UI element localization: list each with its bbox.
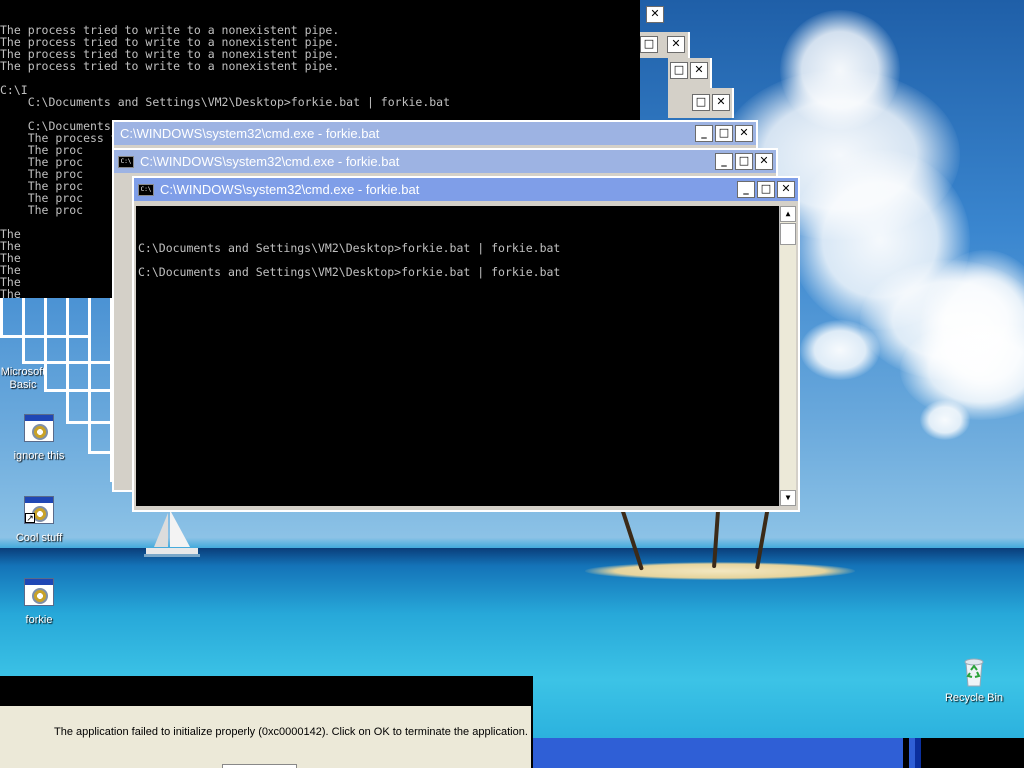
vertical-scrollbar[interactable]: ▲ ▼ <box>779 206 796 506</box>
maximize-icon[interactable]: □ <box>692 94 710 111</box>
window-title: C:\WINDOWS\system32\cmd.exe - forkie.bat <box>120 126 380 141</box>
close-icon[interactable]: ✕ <box>735 125 753 142</box>
minimize-icon[interactable]: _ <box>715 153 733 170</box>
island <box>585 562 855 580</box>
desktop-icon-forkie[interactable]: forkie <box>0 578 79 626</box>
app-gear-icon <box>23 414 55 446</box>
close-icon[interactable]: ✕ <box>777 181 795 198</box>
shortcut-arrow-icon: ↗ <box>25 513 35 523</box>
close-icon[interactable]: ✕ <box>755 153 773 170</box>
stacked-window-stub: □ ✕ <box>668 58 712 88</box>
cmd-window-front[interactable]: C:\ C:\WINDOWS\system32\cmd.exe - forkie… <box>132 176 800 512</box>
dialog-titlebar[interactable] <box>0 676 533 706</box>
app-gear-icon <box>23 578 55 610</box>
error-dialog: The application failed to initialize pro… <box>0 706 533 768</box>
window-titlebar[interactable]: C:\ C:\WINDOWS\system32\cmd.exe - forkie… <box>134 178 798 201</box>
recycle-bin-icon <box>958 656 990 688</box>
app-shortcut-icon: ↗ <box>23 496 55 528</box>
maximize-icon[interactable]: □ <box>715 125 733 142</box>
console-line: C:\Documents and Settings\VM2\Desktop>fo… <box>138 241 561 255</box>
console-line: C:\Documents and Settings\VM2\Desktop>fo… <box>0 95 451 109</box>
close-icon[interactable]: ✕ <box>667 36 685 53</box>
scroll-thumb[interactable] <box>780 223 796 245</box>
console-output[interactable]: C:\Documents and Settings\VM2\Desktop>fo… <box>136 206 796 506</box>
window-title: C:\WINDOWS\system32\cmd.exe - forkie.bat <box>160 182 420 197</box>
maximize-icon[interactable]: □ <box>757 181 775 198</box>
console-line: C:\Documents and Settings\VM2\Desktop>fo… <box>138 265 561 279</box>
minimize-icon[interactable]: _ <box>737 181 755 198</box>
taskbar-tray <box>921 738 1024 768</box>
desktop-icon-label: ignore this <box>13 450 65 462</box>
cmd-icon: C:\ <box>118 155 134 168</box>
taskbar-separator <box>909 738 915 768</box>
minimize-icon[interactable]: _ <box>695 125 713 142</box>
stacked-window-stub: ✕ <box>640 0 670 30</box>
maximize-icon[interactable]: □ <box>640 36 658 53</box>
taskbar <box>533 738 1024 768</box>
stacked-window-stub: □ ✕ <box>668 88 734 118</box>
window-titlebar[interactable]: C:\WINDOWS\system32\cmd.exe - forkie.bat… <box>114 122 756 145</box>
console-line: The process tried to write to a nonexist… <box>0 59 340 73</box>
close-icon[interactable]: ✕ <box>646 6 664 23</box>
sailboat-icon <box>144 510 200 557</box>
taskbar-button[interactable] <box>533 738 903 768</box>
desktop-icon-cool-stuff[interactable]: ↗ Cool stuff <box>0 496 79 544</box>
close-icon[interactable]: ✕ <box>712 94 730 111</box>
desktop-icon-recycle-bin[interactable]: Recycle Bin <box>934 656 1014 704</box>
window-title: C:\WINDOWS\system32\cmd.exe - forkie.bat <box>140 154 400 169</box>
stacked-window-stub: □ ✕ <box>640 32 690 58</box>
desktop-icon-label: forkie <box>25 614 53 626</box>
ok-button[interactable] <box>222 764 297 768</box>
close-icon[interactable]: ✕ <box>690 62 708 79</box>
window-titlebar[interactable]: C:\ C:\WINDOWS\system32\cmd.exe - forkie… <box>114 150 776 173</box>
desktop-icon-label: Recycle Bin <box>944 692 1004 704</box>
maximize-icon[interactable]: □ <box>670 62 688 79</box>
desktop-icon-label: Cool stuff <box>15 532 63 544</box>
scroll-up-icon[interactable]: ▲ <box>780 206 796 222</box>
maximize-icon[interactable]: □ <box>735 153 753 170</box>
scroll-down-icon[interactable]: ▼ <box>780 490 796 506</box>
cmd-icon: C:\ <box>138 183 154 196</box>
error-message: The application failed to initialize pro… <box>54 726 528 738</box>
